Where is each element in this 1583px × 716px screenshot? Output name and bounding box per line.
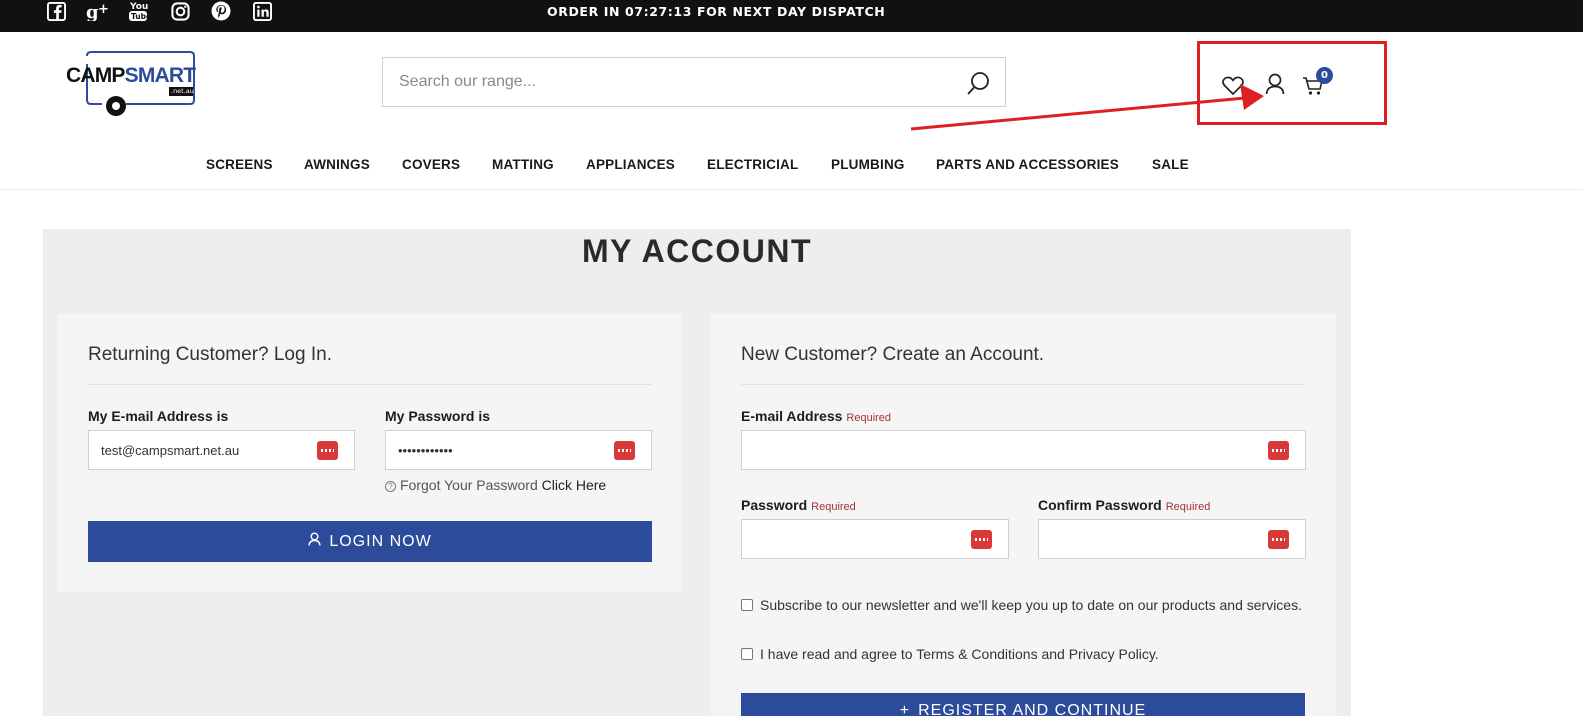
register-confirm-input[interactable]	[1039, 520, 1261, 558]
password-manager-icon[interactable]	[1268, 530, 1289, 549]
password-manager-icon[interactable]	[1268, 441, 1289, 460]
register-email-input[interactable]	[742, 431, 1261, 469]
login-panel: Returning Customer? Log In. My E-mail Ad…	[58, 314, 682, 592]
register-panel: New Customer? Create an Account. E-mail …	[711, 314, 1336, 716]
required-indicator: Required	[1165, 501, 1211, 513]
search-input[interactable]	[383, 58, 943, 106]
password-manager-icon[interactable]	[614, 441, 635, 460]
login-button[interactable]: LOGIN NOW	[88, 521, 652, 562]
newsletter-checkbox-row[interactable]: Subscribe to our newsletter and we'll ke…	[741, 597, 1302, 613]
register-password-field	[741, 519, 1009, 559]
nav-item-awnings[interactable]: AWNINGS	[304, 157, 370, 172]
page-title: MY ACCOUNT	[581, 233, 813, 269]
svg-text:You: You	[129, 2, 148, 12]
dispatch-countdown: ORDER IN 07:27:13 FOR NEXT DAY DISPATCH	[547, 4, 886, 19]
terms-checkbox-row[interactable]: I have read and agree to Terms & Conditi…	[741, 646, 1159, 662]
terms-checkbox[interactable]	[741, 648, 753, 660]
required-indicator: Required	[846, 412, 892, 424]
instagram-icon[interactable]	[170, 0, 190, 22]
plus-icon: +	[899, 702, 911, 716]
register-confirm-label: Confirm Password Required	[1038, 497, 1210, 513]
register-email-label: E-mail Address Required	[741, 408, 891, 424]
newsletter-checkbox[interactable]	[741, 599, 753, 611]
login-email-input[interactable]	[89, 431, 310, 469]
login-email-label: My E-mail Address is	[88, 408, 229, 424]
nav-item-covers[interactable]: COVERS	[402, 157, 460, 172]
nav-item-screens[interactable]: SCREENS	[206, 157, 273, 172]
register-button-label: REGISTER AND CONTINUE	[918, 702, 1147, 716]
svg-text:Tube: Tube	[131, 12, 148, 21]
user-icon	[308, 532, 322, 551]
nav-item-matting[interactable]: MATTING	[492, 157, 554, 172]
register-email-field	[741, 430, 1306, 470]
logo-suffix: .net.au	[171, 87, 194, 95]
divider	[88, 384, 652, 385]
login-heading: Returning Customer? Log In.	[88, 344, 332, 365]
facebook-icon[interactable]	[46, 0, 66, 22]
password-manager-icon[interactable]	[317, 441, 338, 460]
nav-item-electricial[interactable]: ELECTRICIAL	[707, 157, 798, 172]
forgot-password-link[interactable]: Click Here	[542, 477, 607, 493]
logo-camp: CAMP	[66, 64, 125, 87]
register-button[interactable]: + REGISTER AND CONTINUE	[741, 693, 1305, 716]
newsletter-label: Subscribe to our newsletter and we'll ke…	[760, 597, 1302, 613]
register-confirm-field	[1038, 519, 1306, 559]
top-bar: g+ YouTube ORDER IN 07:27:13 FOR NEXT DA…	[0, 0, 1583, 32]
logo-smart: SMART	[124, 64, 196, 87]
logo-wordmark: CAMPSMART	[66, 64, 196, 88]
register-heading: New Customer? Create an Account.	[741, 344, 1045, 365]
campsmart-logo[interactable]: CAMPSMART .net.au	[66, 50, 196, 118]
youtube-icon[interactable]: YouTube	[128, 0, 148, 22]
register-password-label-text: Password	[741, 497, 808, 513]
terms-label: I have read and agree to Terms & Conditi…	[760, 646, 1159, 662]
account-section: MY ACCOUNT Returning Customer? Log In. M…	[43, 229, 1351, 716]
register-password-label: Password Required	[741, 497, 856, 513]
forgot-password-text: Forgot Your Password	[400, 477, 538, 493]
nav-item-appliances[interactable]: APPLIANCES	[586, 157, 675, 172]
annotation-arrow	[910, 84, 1264, 131]
login-password-input[interactable]	[386, 431, 607, 469]
register-password-input[interactable]	[742, 520, 964, 558]
nav-item-parts-and-accessories[interactable]: PARTS AND ACCESSORIES	[936, 157, 1119, 172]
nav-item-plumbing[interactable]: PLUMBING	[831, 157, 905, 172]
nav-item-sale[interactable]: SALE	[1152, 157, 1189, 172]
forgot-password: ? Forgot Your Password Click Here	[385, 477, 606, 493]
password-manager-icon[interactable]	[971, 530, 992, 549]
login-email-field	[88, 430, 355, 470]
main-nav: SCREENS AWNINGS COVERS MATTING APPLIANCE…	[0, 148, 1583, 190]
required-indicator: Required	[811, 501, 856, 513]
register-confirm-label-text: Confirm Password	[1038, 497, 1162, 513]
login-password-label: My Password is	[385, 408, 491, 424]
divider	[741, 384, 1305, 385]
question-circle-icon: ?	[385, 481, 396, 492]
register-email-label-text: E-mail Address	[741, 408, 843, 424]
svg-text:+: +	[98, 2, 109, 17]
pinterest-icon[interactable]	[211, 0, 231, 22]
login-button-label: LOGIN NOW	[329, 532, 432, 550]
login-password-field	[385, 430, 652, 470]
google-plus-icon[interactable]: g +	[86, 0, 110, 22]
linkedin-icon[interactable]	[252, 0, 272, 22]
